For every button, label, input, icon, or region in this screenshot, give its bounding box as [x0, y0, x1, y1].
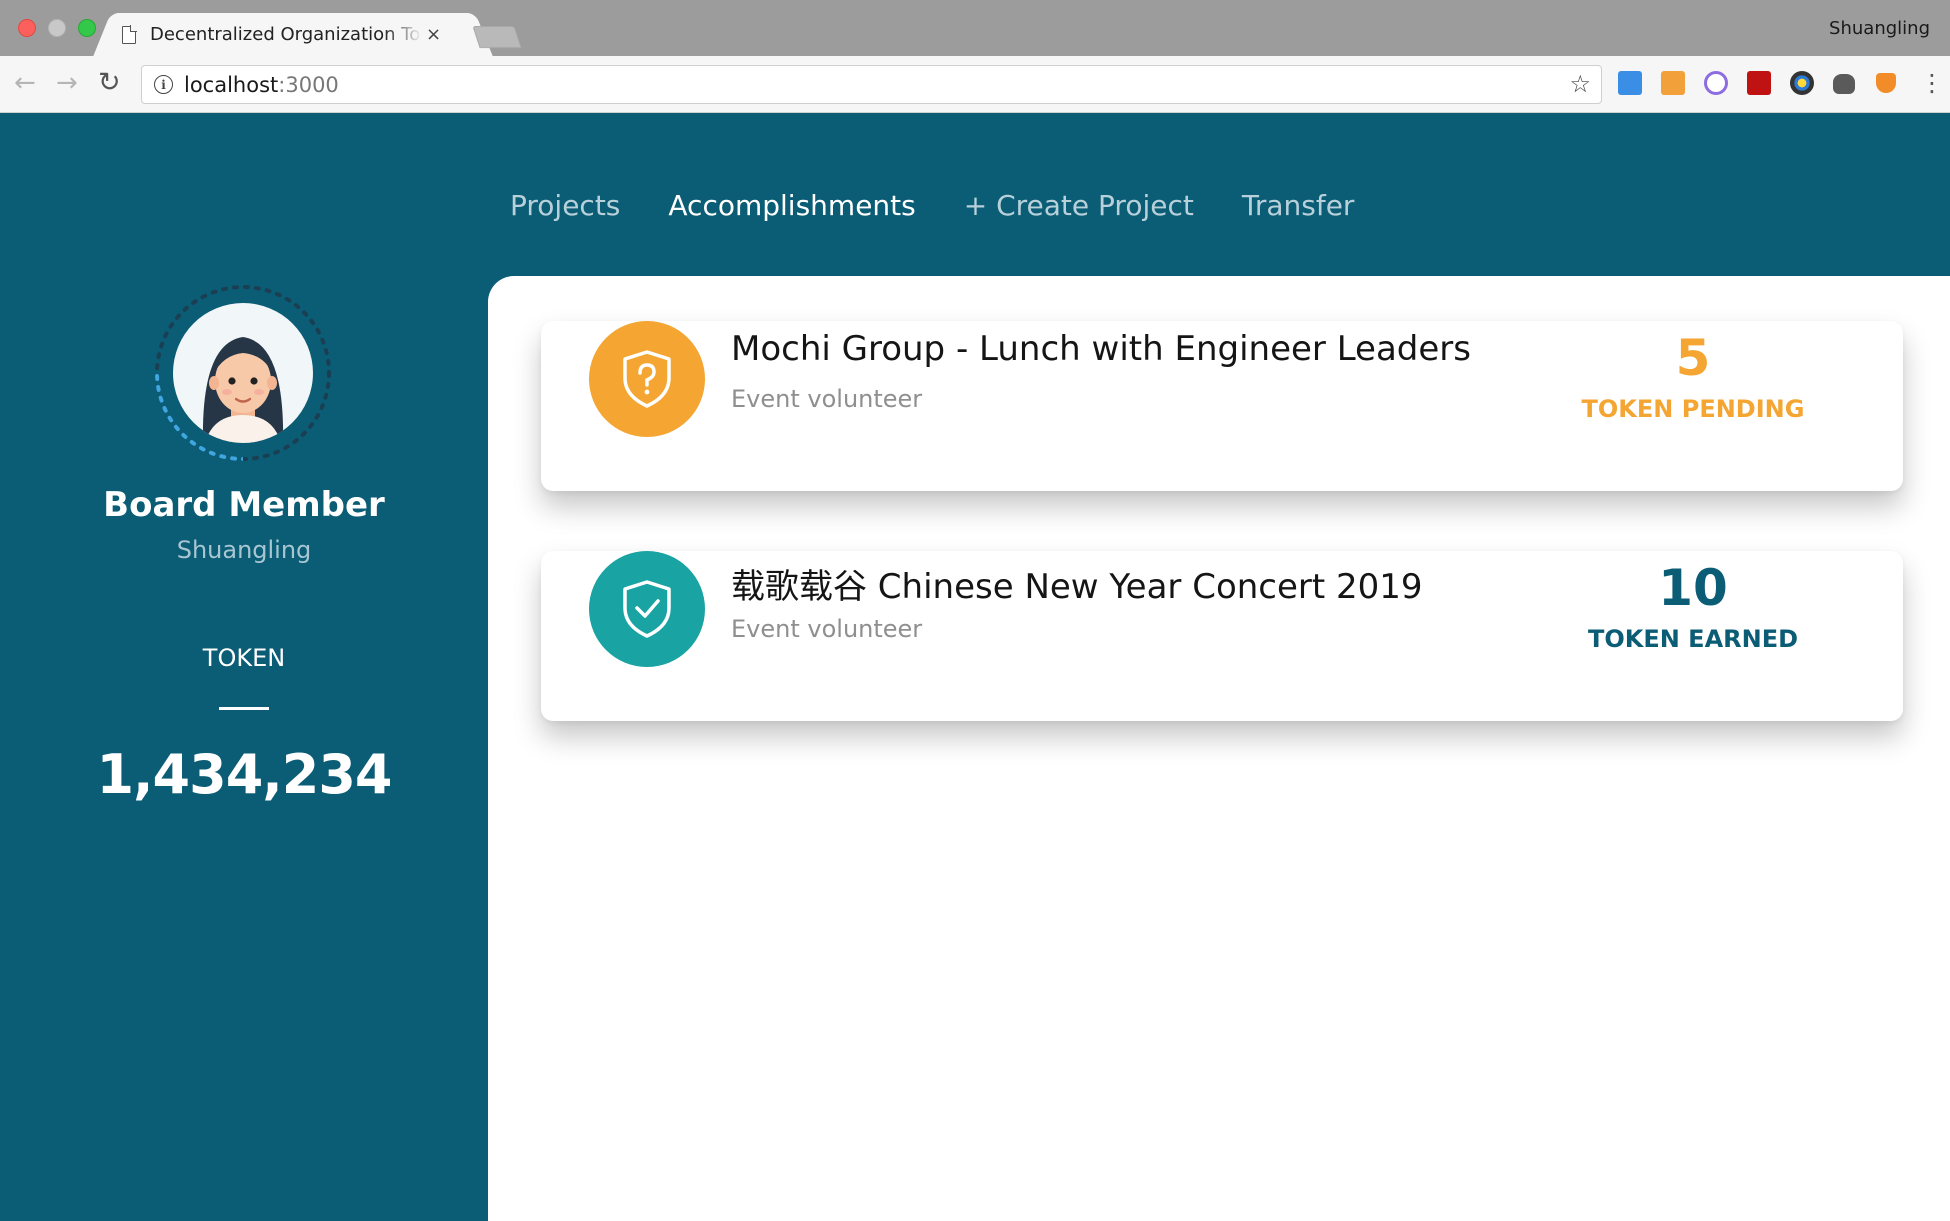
accomplishment-title: 载歌载谷 Chinese New Year Concert 2019 — [731, 567, 1423, 607]
app-root: Board Member Shuangling TOKEN 1,434,234 … — [0, 113, 1950, 1221]
accomplishments-panel: Mochi Group - Lunch with Engineer Leader… — [488, 276, 1950, 1221]
token-label: TOKEN — [202, 644, 286, 672]
earned-badge — [589, 551, 705, 667]
close-window-button[interactable] — [18, 19, 36, 37]
token-balance: 1,434,234 — [96, 743, 392, 806]
browser-menu-icon[interactable]: ⋮ — [1920, 68, 1944, 98]
minimize-window-button[interactable] — [48, 19, 66, 37]
nav-accomplishments[interactable]: Accomplishments — [668, 189, 915, 222]
address-bar[interactable]: i localhost:3000 ☆ — [141, 65, 1602, 104]
color-wheel-icon[interactable] — [1790, 71, 1814, 95]
page-icon — [122, 25, 136, 44]
nav-projects[interactable]: Projects — [510, 189, 620, 222]
browser-profile-name[interactable]: Shuangling — [1829, 18, 1930, 39]
browser-titlebar: Decentralized Organization Tok × Shuangl… — [0, 0, 1950, 56]
forward-arrow-icon[interactable]: → — [56, 68, 78, 98]
profile-username: Shuangling — [176, 536, 312, 564]
nav-create-project[interactable]: + Create Project — [964, 189, 1194, 222]
fox-icon[interactable] — [1876, 73, 1896, 93]
profile-role: Board Member — [103, 485, 385, 525]
accomplishment-title: Mochi Group - Lunch with Engineer Leader… — [731, 329, 1471, 369]
new-tab-button[interactable] — [472, 26, 522, 48]
resize-icon[interactable] — [1618, 71, 1642, 95]
maximize-window-button[interactable] — [78, 19, 96, 37]
accomplishment-role: Event volunteer — [731, 385, 923, 413]
token-status: TOKEN EARNED — [1587, 625, 1799, 653]
tab-close-icon[interactable]: × — [426, 24, 441, 45]
tab-title: Decentralized Organization Tok — [150, 24, 422, 45]
browser-tab[interactable]: Decentralized Organization Tok × — [112, 13, 474, 56]
pdf-icon[interactable] — [1747, 71, 1771, 95]
accomplishment-role: Event volunteer — [731, 615, 923, 643]
avatar — [173, 303, 313, 443]
token-value: 5 — [1675, 329, 1711, 387]
grid-icon[interactable] — [1661, 71, 1685, 95]
url-host: localhost — [184, 72, 279, 97]
camera-icon[interactable] — [1833, 74, 1855, 94]
token-status: TOKEN PENDING — [1581, 395, 1805, 423]
accomplishment-card[interactable]: 载歌载谷 Chinese New Year Concert 2019 Event… — [541, 551, 1903, 721]
shield-question-icon — [623, 350, 671, 408]
token-value: 10 — [1658, 559, 1728, 617]
ring-icon[interactable] — [1704, 71, 1728, 95]
url-port: :3000 — [278, 72, 339, 97]
main-nav: Projects Accomplishments + Create Projec… — [510, 189, 1354, 222]
reload-icon[interactable]: ↻ — [98, 68, 121, 98]
info-icon[interactable]: i — [154, 75, 173, 94]
browser-toolbar: ← → ↻ i localhost:3000 ☆ ⋮ — [0, 56, 1950, 113]
nav-transfer[interactable]: Transfer — [1242, 189, 1355, 222]
back-arrow-icon[interactable]: ← — [14, 68, 36, 98]
pending-badge — [589, 321, 705, 437]
accomplishment-card[interactable]: Mochi Group - Lunch with Engineer Leader… — [541, 321, 1903, 491]
token-divider — [219, 707, 269, 710]
profile-sidebar: Board Member Shuangling TOKEN 1,434,234 — [0, 113, 488, 1221]
shield-check-icon — [623, 580, 671, 638]
bookmark-star-icon[interactable]: ☆ — [1569, 70, 1591, 98]
